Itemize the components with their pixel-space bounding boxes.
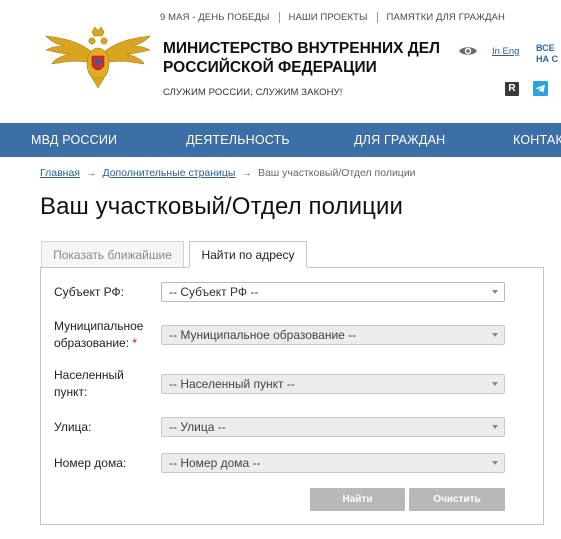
nav-item-mvd-russia[interactable]: МВД РОССИИ bbox=[31, 133, 117, 147]
locality-select-value: -- Населенный пункт -- bbox=[169, 377, 295, 391]
municipal-select[interactable]: -- Муниципальное образование -- bbox=[161, 325, 505, 345]
chevron-down-icon bbox=[492, 382, 498, 386]
eye-icon[interactable] bbox=[458, 44, 478, 58]
municipal-label: Муниципальное образование: * bbox=[54, 318, 143, 352]
divider bbox=[376, 12, 378, 23]
house-select[interactable]: -- Номер дома -- bbox=[161, 453, 505, 473]
arrow-right-icon: → bbox=[85, 167, 97, 179]
page-title: Ваш участковый/Отдел полиции bbox=[40, 193, 403, 220]
tab-find-by-address[interactable]: Найти по адресу bbox=[189, 241, 307, 268]
locality-label: Населенный пункт: bbox=[54, 367, 124, 401]
breadcrumb: Главная → Дополнительные страницы → Ваш … bbox=[40, 167, 416, 179]
breadcrumb-home[interactable]: Главная bbox=[40, 167, 80, 179]
find-button[interactable]: Найти bbox=[310, 488, 405, 511]
subject-select-value: -- Субъект РФ -- bbox=[169, 285, 259, 299]
street-label: Улица: bbox=[54, 420, 92, 434]
locality-label-line1: Населенный bbox=[54, 368, 124, 382]
municipal-label-line2: образование: * bbox=[54, 335, 143, 352]
tab-find-by-address-label: Найти по адресу bbox=[201, 247, 295, 262]
cut-off-header-link[interactable]: ВСЕ НА С bbox=[536, 43, 558, 65]
rss-letter: R bbox=[508, 83, 516, 94]
house-select-value: -- Номер дома -- bbox=[169, 456, 261, 470]
nav-item-for-citizens[interactable]: ДЛЯ ГРАЖДАН bbox=[354, 133, 445, 147]
locality-label-line2: пункт: bbox=[54, 385, 88, 399]
ministry-title-line2: РОССИЙСКОЙ ФЕДЕРАЦИИ bbox=[163, 59, 377, 76]
breadcrumb-additional-pages[interactable]: Дополнительные страницы bbox=[102, 167, 235, 179]
nav-item-activity[interactable]: ДЕЯТЕЛЬНОСТЬ bbox=[186, 133, 290, 147]
rss-icon[interactable]: R bbox=[505, 82, 519, 96]
municipal-select-value: -- Муниципальное образование -- bbox=[169, 328, 357, 342]
subject-select[interactable]: -- Субъект РФ -- bbox=[161, 282, 505, 302]
clear-button[interactable]: Очистить bbox=[409, 488, 505, 511]
street-select[interactable]: -- Улица -- bbox=[161, 417, 505, 437]
nav-item-contacts[interactable]: КОНТАКТ bbox=[513, 133, 561, 147]
ministry-title-line1: МИНИСТЕРСТВО ВНУТРЕННИХ ДЕЛ bbox=[163, 40, 441, 57]
chevron-down-icon bbox=[492, 290, 498, 294]
chevron-down-icon bbox=[492, 425, 498, 429]
top-link-victory-day[interactable]: 9 МАЯ - ДЕНЬ ПОБЕДЫ bbox=[160, 12, 270, 23]
cut-off-line1: ВСЕ bbox=[536, 43, 555, 53]
subject-label: Субъект РФ: bbox=[54, 285, 124, 299]
slogan: СЛУЖИМ РОССИИ, СЛУЖИМ ЗАКОНУ! bbox=[163, 87, 343, 98]
cut-off-line2: НА С bbox=[536, 54, 558, 64]
breadcrumb-current: Ваш участковый/Отдел полиции bbox=[257, 167, 416, 179]
divider bbox=[278, 12, 280, 23]
required-mark: * bbox=[132, 336, 138, 350]
arrow-right-icon: → bbox=[241, 167, 252, 179]
locality-select[interactable]: -- Населенный пункт -- bbox=[161, 374, 505, 394]
emblem-logo[interactable] bbox=[42, 24, 154, 90]
ministry-title: МИНИСТЕРСТВО ВНУТРЕННИХ ДЕЛ РОССИЙСКОЙ Ф… bbox=[163, 39, 440, 77]
chevron-down-icon bbox=[492, 333, 498, 337]
tab-show-nearest[interactable]: Показать ближайшие bbox=[41, 241, 184, 268]
top-link-memos[interactable]: ПАМЯТКИ ДЛЯ ГРАЖДАН bbox=[387, 12, 505, 23]
municipal-label-line1: Муниципальное bbox=[54, 319, 144, 333]
street-select-value: -- Улица -- bbox=[169, 420, 226, 434]
municipal-label-text: образование: bbox=[54, 336, 130, 350]
house-label: Номер дома: bbox=[54, 456, 127, 470]
telegram-icon[interactable] bbox=[533, 81, 548, 96]
chevron-down-icon bbox=[492, 461, 498, 465]
top-link-projects[interactable]: НАШИ ПРОЕКТЫ bbox=[289, 12, 368, 23]
main-navigation: МВД РОССИИ ДЕЯТЕЛЬНОСТЬ ДЛЯ ГРАЖДАН КОНТ… bbox=[0, 123, 561, 157]
tab-show-nearest-label: Показать ближайшие bbox=[53, 248, 172, 262]
language-switch-link[interactable]: In Eng bbox=[492, 46, 519, 57]
top-links-bar: 9 МАЯ - ДЕНЬ ПОБЕДЫ НАШИ ПРОЕКТЫ ПАМЯТКИ… bbox=[160, 12, 505, 23]
